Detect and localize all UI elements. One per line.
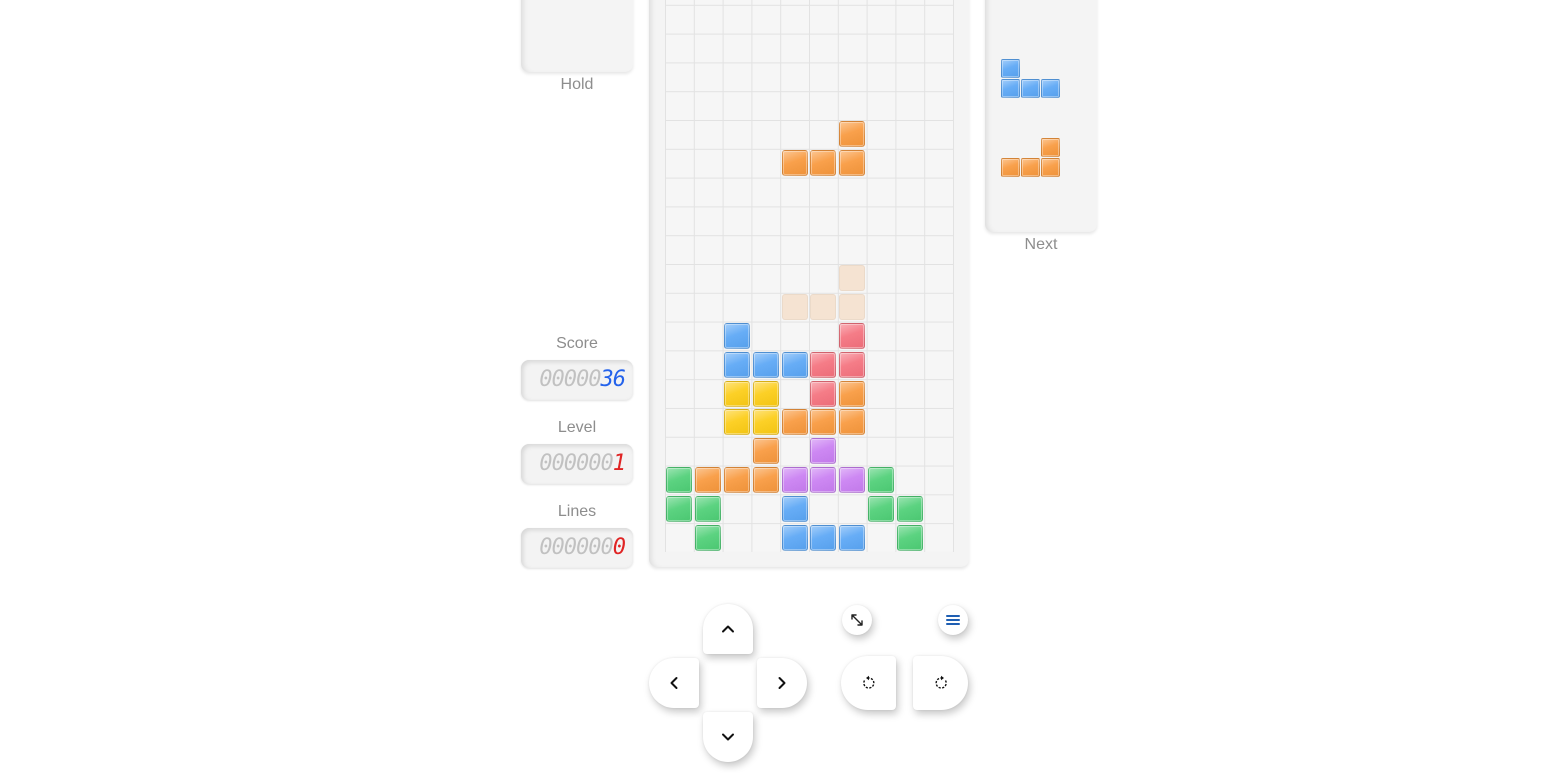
block-L: [781, 409, 808, 436]
lines-display: 0000000: [521, 528, 633, 568]
block-S: [868, 495, 894, 522]
block-O: [724, 409, 750, 436]
block-L: [810, 150, 837, 177]
rotate-cw-icon: [934, 675, 947, 689]
block-L: [839, 150, 866, 177]
rotate-right-button[interactable]: [913, 656, 968, 710]
block-O: [752, 409, 779, 436]
level-display: 0000001: [521, 444, 633, 484]
block-J: [781, 351, 808, 378]
block-S: [896, 495, 923, 522]
block-S: [896, 524, 923, 551]
block-T: [810, 467, 837, 493]
block-L: [695, 467, 722, 493]
block-T: [781, 467, 808, 493]
menu-icon: [946, 615, 960, 625]
block-L: [752, 467, 779, 493]
next-piece-L-block: [1001, 158, 1020, 177]
next-piece-L-block: [1041, 158, 1060, 177]
score-ghost-digits: 00000: [539, 367, 601, 392]
block-O: [752, 380, 779, 407]
rotate-ccw-icon: [862, 675, 875, 689]
block-Z: [810, 351, 837, 378]
next-piece-J-block: [1021, 79, 1040, 98]
block-J: [839, 524, 866, 551]
score-value: 36: [600, 367, 626, 392]
block-L: [839, 409, 866, 436]
block-J: [810, 524, 837, 551]
ghost-block: [839, 294, 866, 321]
next-piece-J-block: [1041, 79, 1060, 98]
playfield-grid: [665, 0, 954, 552]
block-S: [868, 467, 894, 493]
block-T: [839, 467, 866, 493]
up-button[interactable]: [703, 604, 753, 654]
block-Z: [839, 351, 866, 378]
lines-ghost-digits: 000000: [539, 535, 613, 560]
ghost-block: [839, 265, 866, 292]
block-L: [724, 467, 750, 493]
lines-label: Lines: [557, 503, 597, 520]
block-S: [695, 495, 722, 522]
block-J: [781, 495, 808, 522]
block-T: [810, 438, 837, 465]
ghost-block: [781, 294, 808, 321]
block-J: [724, 323, 750, 349]
fullscreen-button[interactable]: [842, 605, 872, 635]
next-piece-J-block: [1001, 79, 1020, 98]
down-button[interactable]: [703, 712, 753, 762]
score-display: 0000036: [521, 360, 633, 400]
expand-icon: [851, 614, 863, 626]
next-piece-L-block: [1041, 138, 1060, 157]
block-Z: [839, 323, 866, 349]
chevron-left-icon: [670, 677, 678, 689]
block-L: [810, 409, 837, 436]
block-L: [752, 438, 779, 465]
left-button[interactable]: [649, 658, 699, 708]
lines-value: 0: [612, 535, 626, 560]
score-label: Score: [556, 335, 598, 352]
next-piece-L-block: [1021, 158, 1040, 177]
menu-button[interactable]: [938, 605, 968, 635]
block-J: [724, 351, 750, 378]
level-label: Level: [557, 419, 597, 436]
level-ghost-digits: 000000: [539, 451, 613, 476]
level-value: 1: [612, 451, 626, 476]
block-S: [666, 467, 693, 493]
block-O: [724, 380, 750, 407]
next-piece-J-block: [1001, 59, 1020, 78]
block-J: [752, 351, 779, 378]
block-J: [781, 524, 808, 551]
next-queue: [985, 0, 1097, 232]
chevron-up-icon: [722, 625, 734, 633]
next-label: Next: [1024, 236, 1058, 253]
rotate-left-button[interactable]: [841, 656, 896, 710]
block-S: [666, 495, 693, 522]
hold-label: Hold: [560, 76, 594, 93]
block-S: [695, 524, 722, 551]
ghost-block: [810, 294, 837, 321]
block-L: [839, 380, 866, 407]
chevron-down-icon: [722, 733, 734, 741]
right-button[interactable]: [757, 658, 807, 708]
block-Z: [810, 380, 837, 407]
block-L: [839, 121, 866, 148]
block-L: [781, 150, 808, 177]
hold-box: [521, 0, 633, 72]
chevron-right-icon: [778, 677, 786, 689]
